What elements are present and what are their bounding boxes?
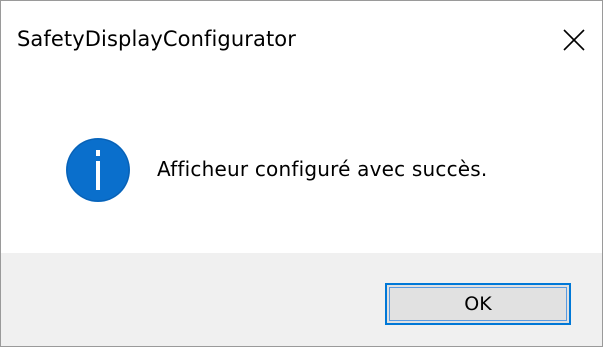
close-button[interactable] bbox=[557, 23, 591, 57]
close-icon bbox=[563, 29, 585, 51]
title-bar[interactable]: SafetyDisplayConfigurator bbox=[1, 1, 602, 81]
ok-button-label: OK bbox=[464, 293, 492, 315]
button-bar: OK bbox=[1, 253, 602, 346]
dialog-content: Afficheur configuré avec succès. bbox=[1, 81, 602, 253]
window-title: SafetyDisplayConfigurator bbox=[17, 27, 296, 51]
message-text: Afficheur configuré avec succès. bbox=[157, 157, 488, 181]
ok-button[interactable]: OK bbox=[385, 283, 571, 325]
info-icon bbox=[66, 138, 130, 202]
message-dialog: SafetyDisplayConfigurator Afficheur conf… bbox=[0, 0, 603, 347]
